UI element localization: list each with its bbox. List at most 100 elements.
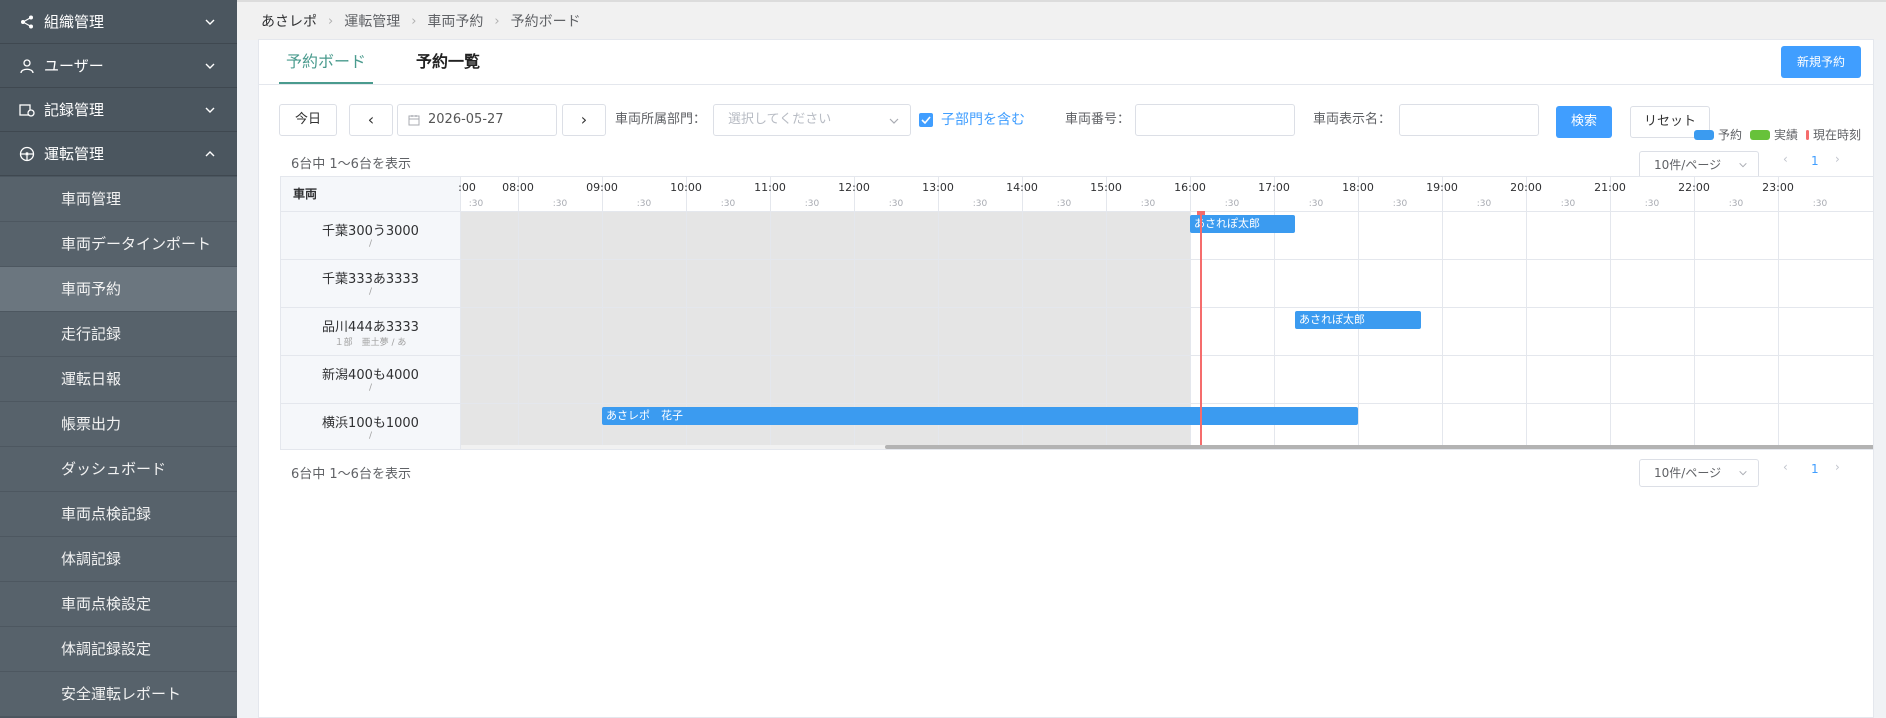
hour-label: 13:00: [922, 181, 954, 194]
plate-label: 車両番号：: [1065, 112, 1131, 127]
sidebar-item-health-records[interactable]: 体調記録: [0, 537, 237, 582]
sidebar-item-label: 走行記録: [61, 325, 122, 343]
hour-label: 11:00: [754, 181, 786, 194]
display-name-input[interactable]: [1399, 104, 1539, 136]
date-picker[interactable]: 2026-05-27: [397, 104, 557, 136]
half-hour-label: :30: [1560, 199, 1576, 209]
chevron-down-icon: [1739, 162, 1747, 168]
dept-placeholder: 選択してください: [728, 112, 832, 127]
dept-label: 車両所属部門：: [615, 112, 707, 127]
half-hour-label: :30: [804, 199, 820, 209]
next-day-button[interactable]: ›: [562, 104, 606, 136]
prev-day-button[interactable]: ‹: [349, 104, 393, 136]
legend-label: 予約: [1717, 128, 1742, 142]
legend: 予約 実績 現在時刻: [1686, 126, 1861, 143]
today-button[interactable]: 今日: [279, 104, 337, 136]
sidebar: 組織管理 ユーザー 記録管理 運転管理 車両管理 車両データインポート 車両予約…: [0, 0, 237, 718]
sidebar-item-records[interactable]: 記録管理: [0, 88, 237, 132]
reservation-bar[interactable]: あされぽ太郎: [1295, 311, 1421, 329]
sidebar-item-users[interactable]: ユーザー: [0, 44, 237, 88]
half-hour-label: :30: [552, 199, 568, 209]
current-page[interactable]: 1: [1811, 154, 1819, 168]
sidebar-item-label: 体調記録設定: [61, 640, 152, 658]
check-icon: [921, 116, 931, 125]
sidebar-item-daily-report[interactable]: 運転日報: [0, 357, 237, 402]
sidebar-item-label: 車両データインポート: [61, 235, 212, 253]
tab-reservation-list[interactable]: 予約一覧: [409, 40, 487, 84]
sidebar-item-safe-driving-report[interactable]: 安全運転レポート: [0, 672, 237, 717]
sidebar-item-driving[interactable]: 運転管理: [0, 132, 237, 176]
page-size-select[interactable]: 10件/ページ: [1639, 151, 1759, 179]
grid-row[interactable]: [461, 308, 1873, 356]
breadcrumb-separator-icon: ›: [411, 13, 417, 29]
half-hour-label: :30: [1644, 199, 1660, 209]
dept-select[interactable]: 選択してください: [713, 104, 911, 136]
sidebar-item-label: 運転管理: [44, 144, 105, 163]
sidebar-item-label: 車両点検設定: [61, 595, 152, 613]
sidebar-item-form-output[interactable]: 帳票出力: [0, 402, 237, 447]
breadcrumb-item: 予約ボード: [510, 14, 581, 30]
next-page-button-bottom[interactable]: ›: [1835, 460, 1840, 474]
next-page-button[interactable]: ›: [1835, 152, 1840, 166]
sidebar-item-label: 帳票出力: [61, 415, 122, 433]
current-page-bottom[interactable]: 1: [1811, 462, 1819, 476]
sidebar-item-organization[interactable]: 組織管理: [0, 0, 237, 44]
sidebar-item-vehicle-import[interactable]: 車両データインポート: [0, 222, 237, 267]
hour-label: 19:00: [1426, 181, 1458, 194]
sidebar-item-vehicle-reservation[interactable]: 車両予約: [0, 267, 237, 312]
grid-row[interactable]: [461, 356, 1873, 404]
plate-input[interactable]: [1135, 104, 1295, 136]
vehicle-department: １部 亜土夢 / あ: [334, 338, 407, 348]
page-size-select-bottom[interactable]: 10件/ページ: [1639, 459, 1759, 487]
current-time-marker: [1196, 211, 1205, 215]
sidebar-item-label: ユーザー: [44, 56, 104, 75]
reservation-bar[interactable]: あされぽ太郎: [1190, 215, 1295, 233]
chevron-down-icon: [205, 107, 215, 113]
breadcrumb-separator-icon: ›: [494, 13, 500, 29]
prev-page-button[interactable]: ‹: [1783, 152, 1788, 166]
tab-reservation-board[interactable]: 予約ボード: [279, 40, 374, 84]
sidebar-item-vehicle-inspection-records[interactable]: 車両点検記録: [0, 492, 237, 537]
hour-label: 23:00: [1762, 181, 1794, 194]
vehicle-department: /: [368, 239, 373, 249]
new-reservation-button[interactable]: 新規予約: [1781, 46, 1861, 78]
half-hour-label: :30: [1224, 199, 1240, 209]
include-children-label[interactable]: 子部門を含む: [941, 104, 1025, 136]
sidebar-item-vehicle-inspection-settings[interactable]: 車両点検設定: [0, 582, 237, 627]
breadcrumb: あさレポ › 運転管理 › 車両予約 › 予約ボード: [237, 0, 1886, 40]
vehicle-column-header: 車両: [281, 177, 461, 212]
hour-label: 20:00: [1510, 181, 1542, 194]
hour-label: 09:00: [586, 181, 618, 194]
breadcrumb-item[interactable]: 運転管理: [344, 11, 400, 31]
vehicle-name: 千葉333あ3333: [322, 272, 419, 287]
half-hour-label: :30: [972, 199, 988, 209]
share-icon: [21, 15, 33, 29]
breadcrumb-separator-icon: ›: [328, 13, 334, 29]
sidebar-item-health-record-settings[interactable]: 体調記録設定: [0, 627, 237, 672]
prev-page-button-bottom[interactable]: ‹: [1783, 460, 1788, 474]
grid-row[interactable]: [461, 260, 1873, 308]
half-hour-label: :30: [1476, 199, 1492, 209]
chevron-down-icon: [1739, 470, 1747, 476]
vehicle-department: /: [368, 431, 373, 441]
page-size-value: 10件/ページ: [1654, 466, 1722, 480]
search-button[interactable]: 検索: [1556, 106, 1612, 138]
scrollbar-thumb[interactable]: [885, 445, 1873, 449]
sidebar-item-label: 組織管理: [44, 12, 105, 31]
half-hour-label: :30: [1308, 199, 1324, 209]
include-children-checkbox[interactable]: [919, 113, 933, 127]
breadcrumb-item[interactable]: 車両予約: [427, 11, 483, 31]
sidebar-item-label: 安全運転レポート: [61, 685, 182, 703]
sidebar-item-dashboard[interactable]: ダッシュボード: [0, 447, 237, 492]
hour-label: 10:00: [670, 181, 702, 194]
grid-row[interactable]: [461, 212, 1873, 260]
sidebar-item-driving-records[interactable]: 走行記録: [0, 312, 237, 357]
half-hour-label: :30: [720, 199, 736, 209]
hour-label: :00: [458, 181, 476, 194]
user-icon: [20, 59, 34, 74]
reservation-bar[interactable]: あさレポ 花子: [602, 407, 1358, 425]
breadcrumb-item[interactable]: あさレポ: [261, 11, 317, 31]
legend-swatch: [1805, 129, 1809, 140]
horizontal-scrollbar[interactable]: [281, 445, 1873, 449]
sidebar-item-vehicle-management[interactable]: 車両管理: [0, 177, 237, 222]
